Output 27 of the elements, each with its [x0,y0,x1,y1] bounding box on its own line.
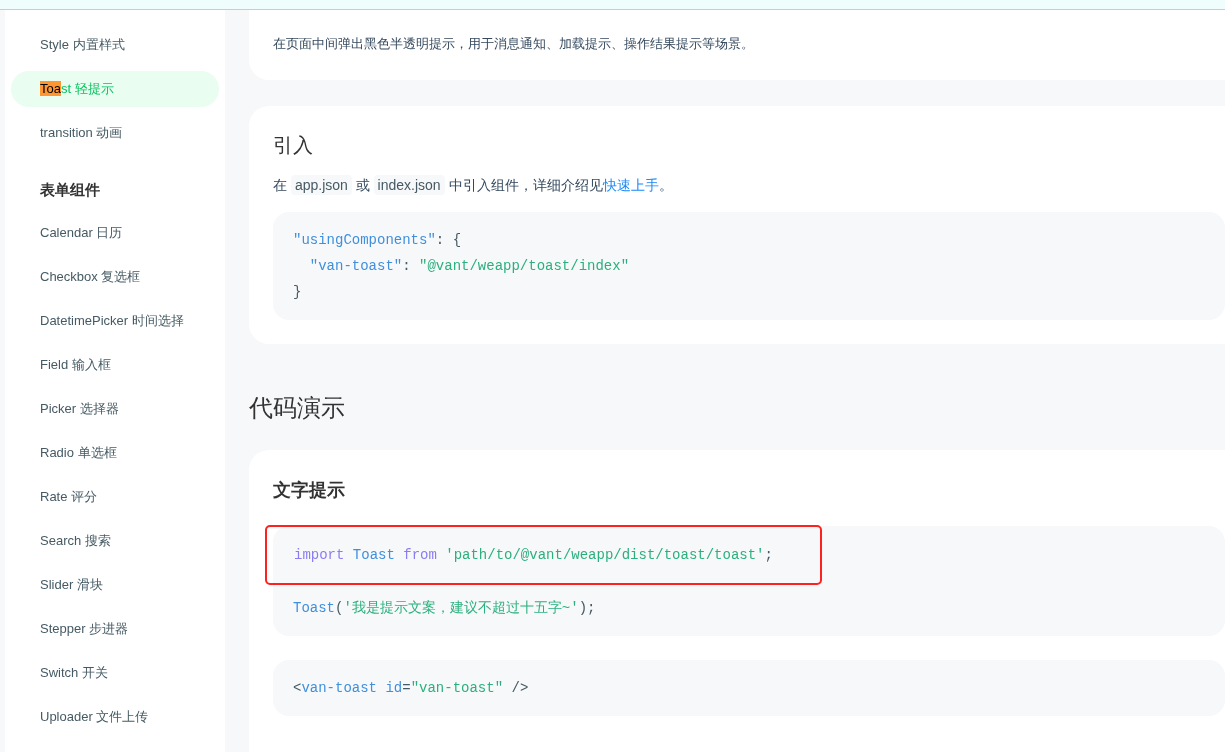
code-line: } [293,283,302,302]
sidebar-item[interactable]: Slider 滑块 [11,567,219,603]
paragraph: 在 app.json 或 index.json 中引入组件，详细介绍见快速上手。 [273,174,673,197]
sidebar-item[interactable]: Uploader 文件上传 [11,699,219,735]
quick-start-link[interactable]: 快速上手 [602,177,659,193]
code-line: import Toast from 'path/to/@vant/weapp/dist/toast/toast'; [294,546,773,565]
code-line: "van-toast": "@vant/weapp/toast/index" [308,257,630,276]
sidebar-item[interactable]: Radio 单选框 [11,435,219,471]
sidebar-item[interactable]: Field 输入框 [11,347,219,383]
intro-text: 在页面中间弹出黑色半透明提示，用于消息通知、加载提示、操作结果提示等场景。 [273,36,754,51]
section-title: 文字提示 [273,479,345,502]
section-title: 引入 [273,133,313,158]
sidebar-item[interactable]: transition 动画 [11,115,219,151]
sidebar-item[interactable]: Search 搜索 [11,523,219,559]
sidebar-item[interactable]: Style 内置样式 [11,27,219,63]
section-heading: 代码演示 [249,393,345,423]
sidebar-item[interactable]: Rate 评分 [11,479,219,515]
sidebar-group-title: 表单组件 [40,180,100,200]
sidebar-item[interactable]: Stepper 步进器 [11,611,219,647]
sidebar-item[interactable]: Switch 开关 [11,655,219,691]
code-line: "usingComponents": { [293,231,462,250]
code-line: <van-toast id="van-toast" /> [293,679,529,698]
sidebar-item[interactable]: DatetimePicker 时间选择 [11,303,219,339]
sidebar-item[interactable]: Calendar 日历 [11,215,219,251]
sidebar-item[interactable]: Checkbox 复选框 [11,259,219,295]
sidebar-item[interactable]: Picker 选择器 [11,391,219,427]
code-line: Toast('我是提示文案，建议不超过十五字~'); [293,599,596,618]
